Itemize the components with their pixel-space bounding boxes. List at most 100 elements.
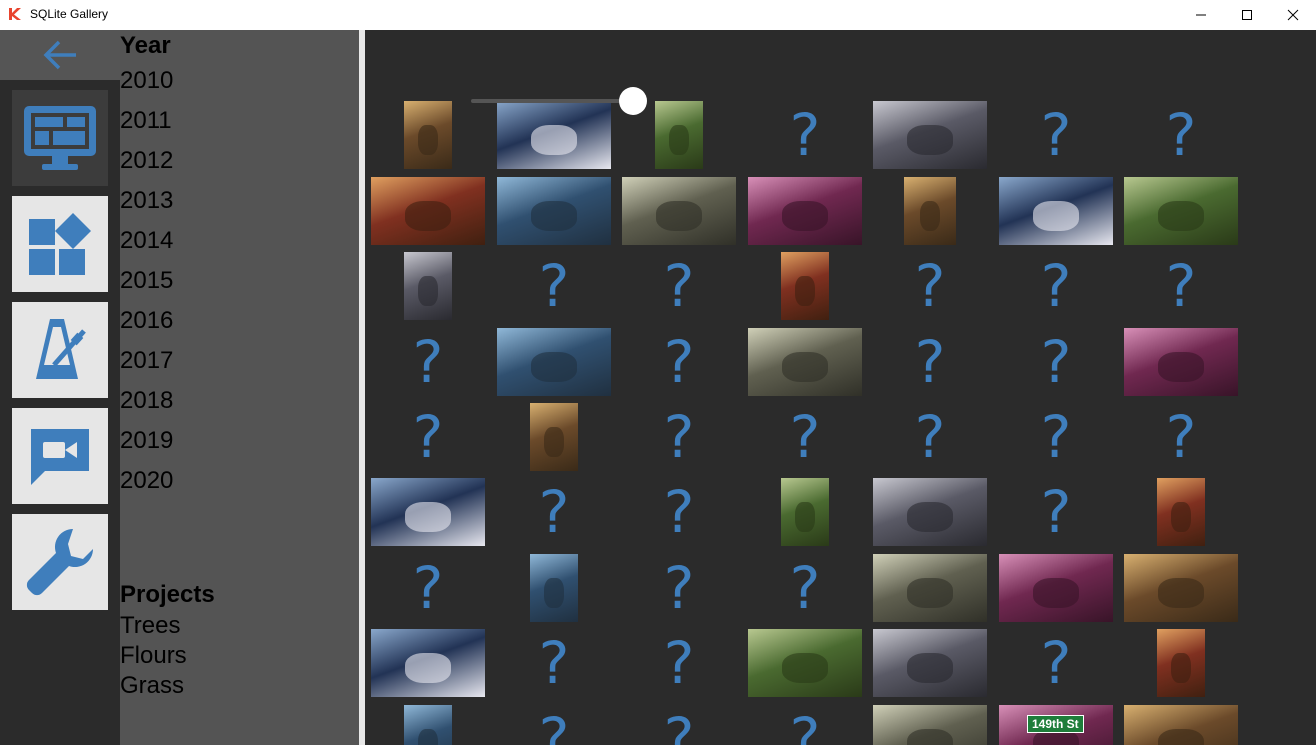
nav-metronome-button[interactable]: [12, 302, 108, 398]
missing-thumbnail[interactable]: ?: [999, 328, 1113, 396]
photo-image: [999, 554, 1113, 622]
photo-image: [1124, 554, 1238, 622]
missing-thumbnail[interactable]: ?: [999, 252, 1113, 320]
back-button[interactable]: [0, 30, 120, 80]
missing-thumbnail[interactable]: ?: [497, 252, 611, 320]
missing-thumbnail[interactable]: ?: [622, 478, 736, 546]
photo-thumbnail[interactable]: [1124, 705, 1238, 745]
maximize-button[interactable]: [1224, 0, 1270, 30]
photo-thumbnail[interactable]: [497, 177, 611, 245]
year-item[interactable]: 2019: [120, 426, 173, 456]
metronome-icon: [36, 319, 86, 379]
photo-image: [404, 705, 452, 745]
photo-thumbnail[interactable]: [748, 478, 862, 546]
photo-thumbnail[interactable]: [371, 705, 485, 745]
missing-thumbnail[interactable]: ?: [622, 629, 736, 697]
missing-thumbnail[interactable]: ?: [497, 705, 611, 745]
nav-settings-button[interactable]: [12, 514, 108, 610]
photo-subject: [669, 125, 689, 155]
project-item[interactable]: Grass: [120, 671, 184, 701]
year-item[interactable]: 2013: [120, 186, 173, 216]
project-item[interactable]: Trees: [120, 611, 180, 641]
zoom-slider-track[interactable]: [471, 99, 641, 103]
photo-thumbnail[interactable]: [371, 101, 485, 169]
missing-thumbnail[interactable]: ?: [873, 328, 987, 396]
photo-thumbnail[interactable]: [497, 403, 611, 471]
photo-thumbnail[interactable]: [497, 554, 611, 622]
missing-thumbnail[interactable]: ?: [622, 328, 736, 396]
photo-thumbnail[interactable]: [371, 177, 485, 245]
nav-video-button[interactable]: [12, 408, 108, 504]
missing-thumbnail[interactable]: ?: [748, 705, 862, 745]
project-item[interactable]: Flours: [120, 641, 187, 671]
missing-thumbnail[interactable]: ?: [1124, 252, 1238, 320]
photo-thumbnail[interactable]: [748, 328, 862, 396]
missing-thumbnail[interactable]: ?: [999, 101, 1113, 169]
missing-thumbnail[interactable]: ?: [1124, 101, 1238, 169]
photo-thumbnail[interactable]: [748, 252, 862, 320]
question-mark-icon: ?: [663, 554, 695, 622]
year-item[interactable]: 2014: [120, 226, 173, 256]
thumbnail-gallery[interactable]: ?????????????????????????????? 149th St: [365, 30, 1316, 745]
photo-thumbnail[interactable]: [371, 252, 485, 320]
year-item[interactable]: 2018: [120, 386, 173, 416]
photo-thumbnail[interactable]: [497, 101, 611, 169]
missing-thumbnail[interactable]: ?: [1124, 403, 1238, 471]
year-item[interactable]: 2015: [120, 266, 173, 296]
photo-thumbnail[interactable]: [1124, 177, 1238, 245]
year-item[interactable]: 2010: [120, 66, 173, 96]
photo-thumbnail[interactable]: [748, 177, 862, 245]
photo-thumbnail[interactable]: [1124, 478, 1238, 546]
question-mark-icon: ?: [412, 403, 444, 471]
year-item[interactable]: 2011: [120, 106, 172, 136]
year-item[interactable]: 2012: [120, 146, 173, 176]
photo-thumbnail[interactable]: [873, 177, 987, 245]
missing-thumbnail[interactable]: ?: [622, 252, 736, 320]
year-item[interactable]: 2020: [120, 466, 173, 496]
missing-thumbnail[interactable]: ?: [497, 629, 611, 697]
photo-thumbnail[interactable]: [371, 478, 485, 546]
missing-thumbnail[interactable]: ?: [371, 554, 485, 622]
zoom-slider-handle[interactable]: [618, 87, 647, 115]
photo-thumbnail[interactable]: [999, 554, 1113, 622]
photo-image: [497, 101, 611, 169]
photo-image: [1124, 328, 1238, 396]
photo-thumbnail[interactable]: [622, 177, 736, 245]
missing-thumbnail[interactable]: ?: [622, 554, 736, 622]
missing-thumbnail[interactable]: ?: [622, 403, 736, 471]
close-button[interactable]: [1270, 0, 1316, 30]
photo-thumbnail[interactable]: [1124, 328, 1238, 396]
photo-thumbnail[interactable]: [873, 478, 987, 546]
missing-thumbnail[interactable]: ?: [748, 403, 862, 471]
photo-thumbnail[interactable]: [1124, 554, 1238, 622]
year-item[interactable]: 2017: [120, 346, 173, 376]
photo-image: [655, 101, 703, 169]
missing-thumbnail[interactable]: ?: [748, 101, 862, 169]
nav-gallery-button[interactable]: [12, 90, 108, 186]
missing-thumbnail[interactable]: ?: [873, 403, 987, 471]
missing-thumbnail[interactable]: ?: [371, 403, 485, 471]
missing-thumbnail[interactable]: ?: [622, 705, 736, 745]
missing-thumbnail[interactable]: ?: [497, 478, 611, 546]
photo-thumbnail[interactable]: [497, 328, 611, 396]
photo-thumbnail[interactable]: [999, 177, 1113, 245]
photo-thumbnail[interactable]: [371, 629, 485, 697]
photo-thumbnail[interactable]: [873, 629, 987, 697]
missing-thumbnail[interactable]: ?: [873, 252, 987, 320]
missing-thumbnail[interactable]: ?: [748, 554, 862, 622]
missing-thumbnail[interactable]: ?: [999, 478, 1113, 546]
missing-thumbnail[interactable]: ?: [999, 629, 1113, 697]
photo-thumbnail[interactable]: [873, 101, 987, 169]
nav-dashboard-button[interactable]: [12, 196, 108, 292]
photo-image: [999, 177, 1113, 245]
photo-thumbnail[interactable]: [748, 629, 862, 697]
photo-thumbnail[interactable]: [873, 554, 987, 622]
minimize-button[interactable]: [1178, 0, 1224, 30]
missing-thumbnail[interactable]: ?: [999, 403, 1113, 471]
photo-subject: [544, 427, 564, 457]
missing-thumbnail[interactable]: ?: [371, 328, 485, 396]
photo-thumbnail[interactable]: [1124, 629, 1238, 697]
year-item[interactable]: 2016: [120, 306, 173, 336]
photo-thumbnail[interactable]: [873, 705, 987, 745]
photo-thumbnail[interactable]: 149th St: [999, 705, 1113, 745]
